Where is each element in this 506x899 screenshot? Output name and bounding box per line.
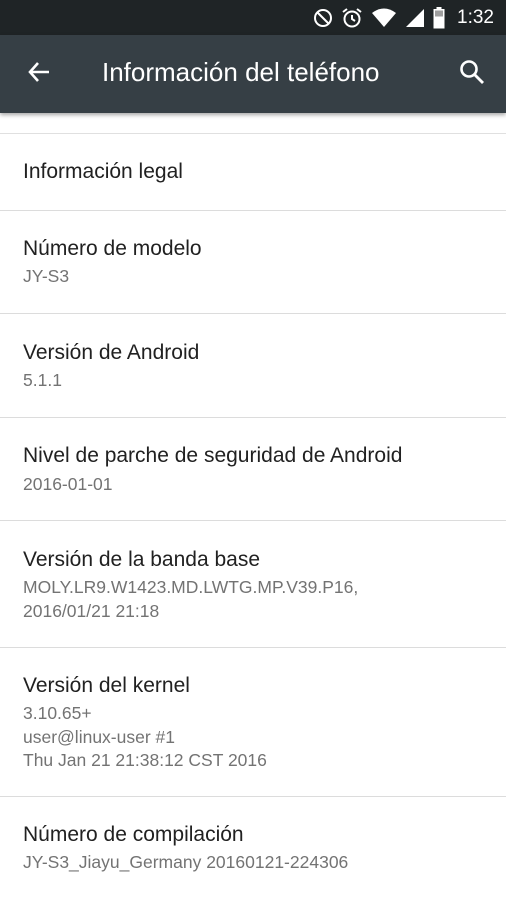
list-item-build-number[interactable]: Número de compilación JY-S3_Jiayu_German… <box>0 797 506 899</box>
search-button[interactable] <box>454 56 490 92</box>
back-button[interactable] <box>20 55 58 93</box>
list-item-title: Información legal <box>23 160 183 183</box>
page-title: Información del teléfono <box>102 57 380 87</box>
list-item-title: Versión del kernel <box>23 674 190 697</box>
status-time: 1:32 <box>457 7 494 28</box>
wifi-icon <box>371 8 397 28</box>
list-item-subtitle: JY-S3 <box>23 266 70 286</box>
list-item-model-number[interactable]: Número de modelo JY-S3 <box>0 211 506 314</box>
app-bar: Información del teléfono <box>0 35 506 113</box>
list-item-title: Versión de Android <box>23 341 200 364</box>
list-item-title: Número de modelo <box>23 237 202 260</box>
list-item-subtitle: 2016-01-01 <box>23 474 113 494</box>
list-item-security-patch[interactable]: Nivel de parche de seguridad de Android … <box>0 418 506 521</box>
list-item-baseband-version[interactable]: Versión de la banda base MOLY.LR9.W1423.… <box>0 521 506 648</box>
arrow-back-icon <box>27 60 51 88</box>
list-item-legal-info[interactable]: Información legal <box>0 134 506 211</box>
battery-icon <box>433 7 445 29</box>
cell-signal-icon <box>405 8 425 28</box>
list-item-subtitle: 5.1.1 <box>23 370 62 390</box>
alarm-icon <box>341 7 363 29</box>
list-item-subtitle: 3.10.65+ user@linux-user #1 Thu Jan 21 2… <box>23 703 267 770</box>
list-item-kernel-version[interactable]: Versión del kernel 3.10.65+ user@linux-u… <box>0 648 506 797</box>
list-item-title: Versión de la banda base <box>23 548 261 571</box>
list-item-subtitle: JY-S3_Jiayu_Germany 20160121-224306 <box>23 852 349 872</box>
list-item-subtitle: MOLY.LR9.W1423.MD.LWTG.MP.V39.P16, 2016/… <box>23 577 359 621</box>
status-bar: 1:32 <box>0 0 506 35</box>
search-icon <box>459 59 485 89</box>
list-item-android-version[interactable]: Versión de Android 5.1.1 <box>0 314 506 418</box>
list-item-title: Número de compilación <box>23 823 244 846</box>
do-not-disturb-icon <box>313 8 333 28</box>
list-item-title: Nivel de parche de seguridad de Android <box>23 444 403 467</box>
